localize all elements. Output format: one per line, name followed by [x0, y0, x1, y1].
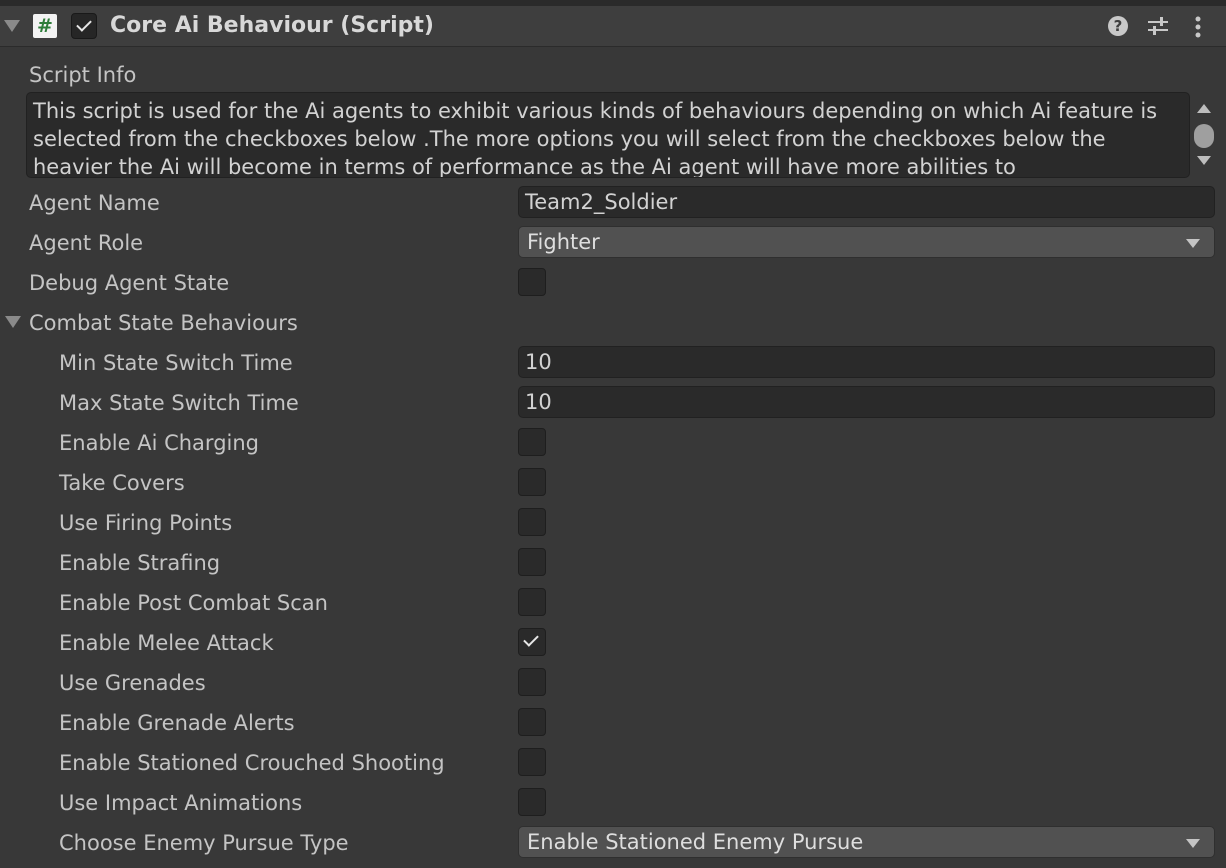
combat-foldout-arrow-icon[interactable]	[5, 316, 21, 328]
max-state-switch-time-label: Max State Switch Time	[59, 391, 299, 415]
use-firing-points-checkbox[interactable]	[518, 508, 546, 536]
component-title: Core Ai Behaviour (Script)	[110, 13, 434, 38]
toggle-label: Enable Ai Charging	[59, 431, 259, 455]
foldout-arrow-icon[interactable]	[4, 20, 20, 32]
toggle-label: Enable Strafing	[59, 551, 221, 575]
enable-stationed-crouched-shooting-checkbox[interactable]	[518, 748, 546, 776]
chevron-down-icon	[1186, 239, 1200, 248]
min-state-switch-time-field[interactable]: 10	[518, 346, 1215, 378]
script-info-textarea[interactable]: This script is used for the Ai agents to…	[26, 92, 1190, 178]
toggle-label: Take Covers	[59, 471, 185, 495]
checkmark-icon	[523, 631, 539, 647]
debug-agent-state-checkbox[interactable]	[518, 268, 546, 296]
agent-name-label: Agent Name	[29, 191, 160, 215]
preset-icon[interactable]	[1147, 16, 1168, 36]
toggle-label: Enable Stationed Crouched Shooting	[59, 751, 445, 775]
use-grenades-checkbox[interactable]	[518, 668, 546, 696]
help-icon[interactable]: ?	[1108, 16, 1128, 36]
chevron-down-icon	[1186, 839, 1200, 848]
toggle-label: Use Grenades	[59, 671, 206, 695]
enable-grenade-alerts-checkbox[interactable]	[518, 708, 546, 736]
component-header[interactable]: # Core Ai Behaviour (Script) ?	[0, 6, 1226, 47]
enable-melee-attack-checkbox[interactable]	[518, 628, 546, 656]
scroll-up-arrow-icon[interactable]	[1197, 104, 1211, 113]
enable-strafing-checkbox[interactable]	[518, 548, 546, 576]
debug-agent-state-label: Debug Agent State	[29, 271, 230, 295]
combat-state-behaviours-foldout[interactable]: Combat State Behaviours	[29, 309, 298, 337]
scroll-thumb[interactable]	[1194, 124, 1214, 148]
toggle-label: Use Firing Points	[59, 511, 233, 535]
toggle-label: Enable Melee Attack	[59, 631, 274, 655]
max-state-switch-time-field[interactable]: 10	[518, 386, 1215, 418]
more-menu-icon[interactable]	[1188, 16, 1208, 38]
choose-enemy-pursue-type-label: Choose Enemy Pursue Type	[59, 831, 349, 855]
use-impact-animations-checkbox[interactable]	[518, 788, 546, 816]
agent-name-field[interactable]: Team2_Soldier	[518, 186, 1215, 218]
scroll-down-arrow-icon[interactable]	[1197, 156, 1211, 165]
agent-role-label: Agent Role	[29, 231, 144, 255]
enemy-pursue-type-value: Enable Stationed Enemy Pursue	[527, 830, 864, 854]
toggle-label: Use Impact Animations	[59, 791, 303, 815]
script-info-scrollbar[interactable]	[1192, 96, 1216, 172]
component-enabled-checkbox[interactable]	[71, 13, 97, 39]
enemy-pursue-type-dropdown[interactable]: Enable Stationed Enemy Pursue	[518, 826, 1215, 858]
script-info-label: Script Info	[29, 63, 137, 87]
take-covers-checkbox[interactable]	[518, 468, 546, 496]
toggle-label: Enable Grenade Alerts	[59, 711, 295, 735]
checkmark-icon	[76, 16, 92, 32]
enable-post-combat-scan-checkbox[interactable]	[518, 588, 546, 616]
agent-role-value: Fighter	[527, 230, 600, 254]
min-state-switch-time-label: Min State Switch Time	[59, 351, 293, 375]
enable-ai-charging-checkbox[interactable]	[518, 428, 546, 456]
script-file-icon: #	[33, 14, 57, 38]
agent-role-dropdown[interactable]: Fighter	[518, 226, 1215, 258]
toggle-label: Enable Post Combat Scan	[59, 591, 328, 615]
